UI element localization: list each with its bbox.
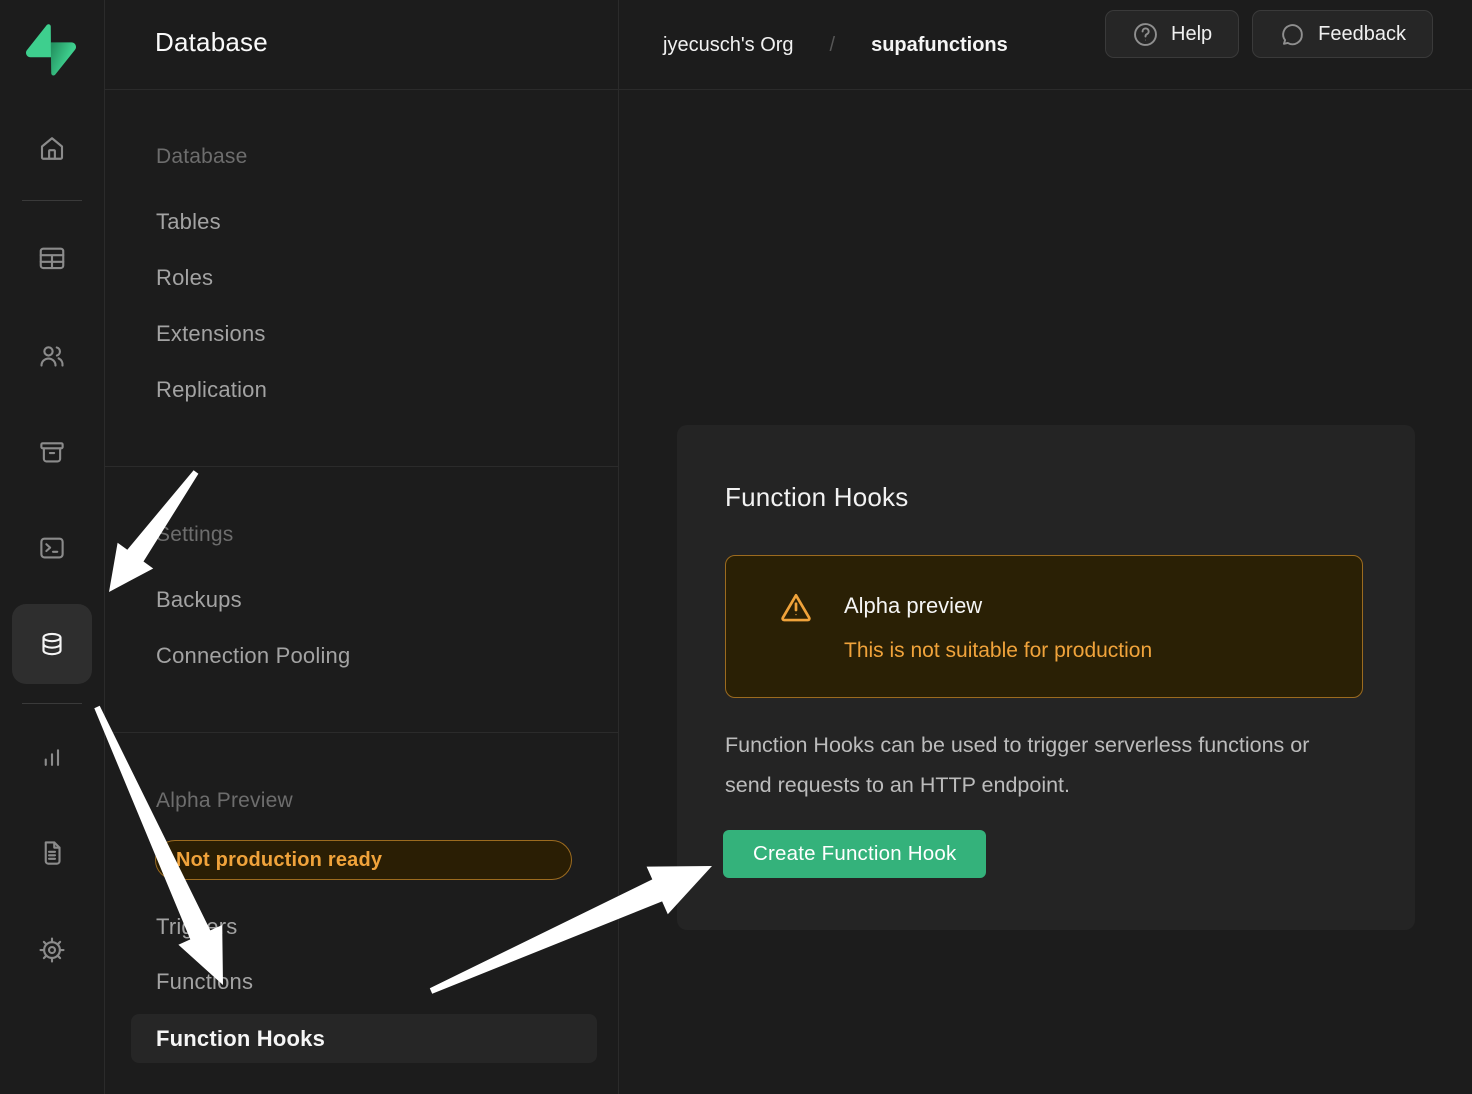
not-production-ready-badge: Not production ready bbox=[155, 840, 572, 880]
sidebar-item-connection-pooling[interactable]: Connection Pooling bbox=[156, 643, 350, 669]
sidebar-item-replication[interactable]: Replication bbox=[156, 377, 267, 403]
storage-archive-icon[interactable] bbox=[12, 412, 92, 492]
sidebar-item-function-hooks-label: Function Hooks bbox=[156, 1026, 325, 1052]
section-label-database: Database bbox=[156, 145, 248, 169]
help-button-label: Help bbox=[1171, 23, 1212, 46]
page-title: Function Hooks bbox=[725, 482, 908, 513]
sidebar-divider bbox=[105, 732, 618, 733]
settings-gear-icon[interactable] bbox=[12, 910, 92, 990]
alert-subtitle: This is not suitable for production bbox=[844, 639, 1152, 663]
feedback-bubble-icon bbox=[1279, 21, 1306, 48]
sidebar-item-backups[interactable]: Backups bbox=[156, 587, 242, 613]
alpha-preview-alert: Alpha preview This is not suitable for p… bbox=[725, 555, 1363, 698]
breadcrumb: jyecusch's Org / supafunctions bbox=[663, 0, 1008, 90]
sidebar-item-triggers[interactable]: Triggers bbox=[156, 914, 237, 940]
alert-title: Alpha preview bbox=[844, 593, 982, 619]
sidebar-divider bbox=[105, 466, 618, 467]
supabase-dashboard: { "colors": { "background": "#1c1c1c", "… bbox=[0, 0, 1472, 1094]
sidebar-item-roles[interactable]: Roles bbox=[156, 265, 213, 291]
home-icon[interactable] bbox=[12, 108, 92, 188]
icon-rail bbox=[0, 0, 105, 1094]
breadcrumb-org[interactable]: jyecusch's Org bbox=[663, 34, 794, 57]
database-icon[interactable] bbox=[12, 604, 92, 684]
function-hooks-description: Function Hooks can be used to trigger se… bbox=[725, 725, 1345, 805]
rail-divider bbox=[22, 200, 82, 201]
breadcrumb-separator: / bbox=[830, 34, 836, 57]
breadcrumb-project[interactable]: supafunctions bbox=[871, 34, 1008, 57]
supabase-logo-icon[interactable] bbox=[26, 24, 76, 76]
feedback-button[interactable]: Feedback bbox=[1252, 10, 1433, 58]
sidebar-header: Database bbox=[105, 0, 618, 90]
function-hooks-card: Function Hooks Alpha preview This is not… bbox=[677, 425, 1415, 930]
help-circle-icon bbox=[1132, 21, 1159, 48]
sidebar-item-function-hooks[interactable]: Function Hooks bbox=[131, 1014, 597, 1063]
create-function-hook-button[interactable]: Create Function Hook bbox=[723, 830, 986, 878]
section-label-alpha-preview: Alpha Preview bbox=[156, 789, 293, 813]
topbar: jyecusch's Org / supafunctions Help Feed… bbox=[618, 0, 1472, 90]
table-editor-icon[interactable] bbox=[12, 218, 92, 298]
sidebar-item-functions[interactable]: Functions bbox=[156, 969, 253, 995]
help-button[interactable]: Help bbox=[1105, 10, 1239, 58]
sidebar-item-extensions[interactable]: Extensions bbox=[156, 321, 266, 347]
create-function-hook-button-label: Create Function Hook bbox=[753, 842, 956, 866]
sidebar-item-tables[interactable]: Tables bbox=[156, 209, 221, 235]
sidebar-title: Database bbox=[155, 27, 268, 58]
topbar-actions: Help Feedback bbox=[1105, 10, 1433, 58]
section-label-settings: Settings bbox=[156, 523, 233, 547]
auth-users-icon[interactable] bbox=[12, 316, 92, 396]
rail-divider bbox=[22, 703, 82, 704]
sql-terminal-icon[interactable] bbox=[12, 508, 92, 588]
logs-document-icon[interactable] bbox=[12, 813, 92, 893]
reports-chart-icon[interactable] bbox=[12, 718, 92, 798]
database-sidebar: Database Database Tables Roles Extension… bbox=[105, 0, 619, 1094]
warning-triangle-icon bbox=[778, 589, 814, 625]
feedback-button-label: Feedback bbox=[1318, 23, 1406, 46]
